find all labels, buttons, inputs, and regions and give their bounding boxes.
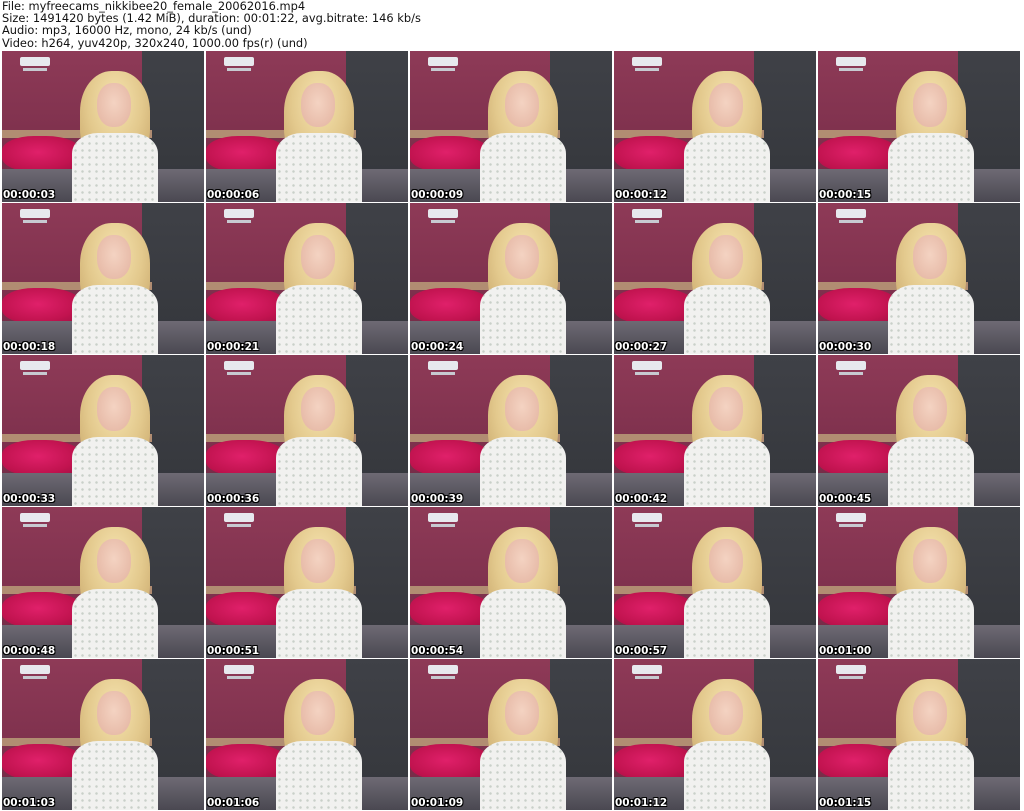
thumbnail-image <box>410 659 612 810</box>
thumbnail-timestamp: 00:00:36 <box>207 493 260 505</box>
thumbnail-image <box>206 51 408 202</box>
video-info-line: Video: h264, yuv420p, 320x240, 1000.00 f… <box>2 35 308 50</box>
thumbnail-image <box>818 51 1020 202</box>
thumbnail-image <box>2 203 204 354</box>
video-thumbnail: 00:00:39 <box>410 355 612 506</box>
file-info-header: File: myfreecams_nikkibee20_female_20062… <box>0 0 1024 50</box>
thumbnail-timestamp: 00:01:12 <box>615 797 668 809</box>
thumbnail-image <box>410 203 612 354</box>
video-thumbnail: 00:01:03 <box>2 659 204 810</box>
thumbnail-timestamp: 00:00:33 <box>3 493 56 505</box>
video-thumbnail: 00:00:57 <box>614 507 816 658</box>
thumbnail-image <box>614 507 816 658</box>
thumbnail-image <box>614 203 816 354</box>
video-thumbnail: 00:01:15 <box>818 659 1020 810</box>
thumbnail-image <box>206 659 408 810</box>
thumbnail-image <box>818 203 1020 354</box>
video-thumbnail: 00:00:45 <box>818 355 1020 506</box>
video-thumbnail: 00:01:06 <box>206 659 408 810</box>
thumbnail-image <box>2 507 204 658</box>
video-thumbnail: 00:01:09 <box>410 659 612 810</box>
thumbnail-image <box>818 659 1020 810</box>
video-thumbnail: 00:00:42 <box>614 355 816 506</box>
video-thumbnail: 00:00:03 <box>2 51 204 202</box>
thumbnail-image <box>614 659 816 810</box>
thumbnail-image <box>2 659 204 810</box>
thumbnail-image <box>614 51 816 202</box>
video-thumbnail: 00:00:18 <box>2 203 204 354</box>
thumbnail-image <box>410 355 612 506</box>
thumbnail-timestamp: 00:00:06 <box>207 189 260 201</box>
video-thumbnail: 00:01:12 <box>614 659 816 810</box>
video-thumbnail: 00:00:12 <box>614 51 816 202</box>
video-thumbnail: 00:01:00 <box>818 507 1020 658</box>
video-thumbnail: 00:00:15 <box>818 51 1020 202</box>
thumbnail-image <box>614 355 816 506</box>
thumbnail-timestamp: 00:00:09 <box>411 189 464 201</box>
thumbnail-timestamp: 00:01:15 <box>819 797 872 809</box>
video-thumbnail: 00:00:27 <box>614 203 816 354</box>
thumbnail-image <box>206 507 408 658</box>
thumbnail-timestamp: 00:01:09 <box>411 797 464 809</box>
video-thumbnail: 00:00:51 <box>206 507 408 658</box>
thumbnail-image <box>2 51 204 202</box>
thumbnail-image <box>2 355 204 506</box>
thumbnail-image <box>410 51 612 202</box>
thumbnail-timestamp: 00:00:15 <box>819 189 872 201</box>
video-thumbnail: 00:00:48 <box>2 507 204 658</box>
thumbnail-timestamp: 00:01:06 <box>207 797 260 809</box>
thumbnail-timestamp: 00:00:18 <box>3 341 56 353</box>
thumbnail-timestamp: 00:00:42 <box>615 493 668 505</box>
thumbnail-timestamp: 00:01:03 <box>3 797 56 809</box>
thumbnail-image <box>410 507 612 658</box>
thumbnail-timestamp: 00:00:12 <box>615 189 668 201</box>
video-thumbnail: 00:00:24 <box>410 203 612 354</box>
video-thumbnail: 00:00:54 <box>410 507 612 658</box>
thumbnail-timestamp: 00:00:21 <box>207 341 260 353</box>
thumbnail-timestamp: 00:01:00 <box>819 645 872 657</box>
thumbnail-timestamp: 00:00:27 <box>615 341 668 353</box>
thumbnail-timestamp: 00:00:24 <box>411 341 464 353</box>
thumbnail-timestamp: 00:00:51 <box>207 645 260 657</box>
thumbnail-image <box>206 355 408 506</box>
video-thumbnail: 00:00:30 <box>818 203 1020 354</box>
thumbnail-image <box>818 355 1020 506</box>
thumbnail-timestamp: 00:00:45 <box>819 493 872 505</box>
video-thumbnail: 00:00:09 <box>410 51 612 202</box>
thumbnail-timestamp: 00:00:57 <box>615 645 668 657</box>
thumbnail-timestamp: 00:00:48 <box>3 645 56 657</box>
thumbnail-timestamp: 00:00:03 <box>3 189 56 201</box>
thumbnail-timestamp: 00:00:30 <box>819 341 872 353</box>
thumbnail-timestamp: 00:00:54 <box>411 645 464 657</box>
video-thumbnail: 00:00:36 <box>206 355 408 506</box>
thumbnail-image <box>206 203 408 354</box>
thumbnail-timestamp: 00:00:39 <box>411 493 464 505</box>
video-thumbnail: 00:00:21 <box>206 203 408 354</box>
thumbnail-image <box>818 507 1020 658</box>
video-thumbnail: 00:00:06 <box>206 51 408 202</box>
thumbnail-grid: 00:00:03 00:00:06 00:00:09 00:00:12 00:00:15… <box>2 51 1020 810</box>
audio-info-line: Audio: mp3, 16000 Hz, mono, 24 kb/s (und… <box>2 23 252 38</box>
video-thumbnail: 00:00:33 <box>2 355 204 506</box>
